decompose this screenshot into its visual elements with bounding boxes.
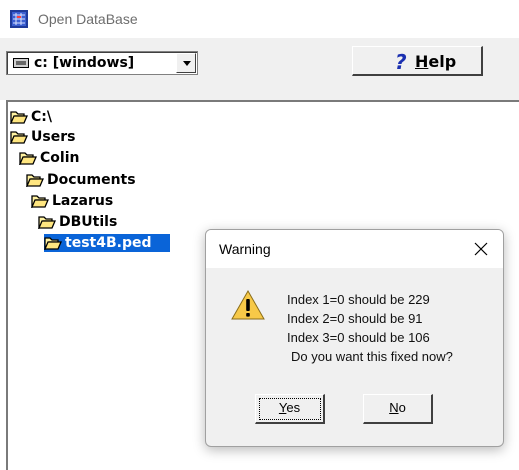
open-folder-icon [31, 195, 49, 208]
dialog-titlebar: Warning [206, 230, 503, 268]
tree-item-label: Colin [40, 150, 80, 166]
tree-item-label: C:\ [31, 109, 52, 125]
open-folder-icon [10, 131, 28, 144]
yes-label-rest: es [286, 400, 301, 415]
warning-message-question: Do you want this fixed now? [291, 349, 453, 364]
warning-icon [231, 289, 265, 320]
drive-select-dropdown-button[interactable] [176, 53, 196, 73]
dialog-title: Warning [219, 241, 271, 257]
open-folder-icon [38, 216, 56, 229]
drive-select-value: c: [windows] [34, 55, 135, 71]
tree-item-label: Users [31, 129, 76, 145]
warning-message-line: Index 1=0 should be 229 [287, 292, 430, 307]
close-icon[interactable] [474, 242, 488, 256]
tree-item-label: DBUtils [59, 214, 118, 230]
tree-item-test4b-ped[interactable]: test4B.ped [44, 234, 170, 252]
toolbar: c: [windows] ? Help [0, 38, 519, 100]
no-label-rest: o [398, 400, 406, 415]
no-mnemonic: N [389, 400, 399, 415]
open-folder-icon [19, 152, 37, 165]
help-button[interactable]: ? Help [352, 46, 483, 76]
window-titlebar: Open DataBase [0, 0, 519, 38]
window-title: Open DataBase [38, 11, 138, 27]
warning-message-line: Index 3=0 should be 106 [287, 330, 430, 345]
help-button-label: Help [415, 52, 456, 71]
yes-button[interactable]: Yes [255, 394, 325, 424]
drive-select[interactable]: c: [windows] [6, 51, 198, 75]
drive-icon [13, 58, 29, 68]
tree-item-label: test4B.ped [65, 235, 152, 251]
no-button[interactable]: No [363, 394, 433, 424]
tree-item-label: Documents [47, 172, 136, 188]
open-folder-icon [10, 111, 28, 124]
tree-item-label: Lazarus [52, 193, 114, 209]
chevron-down-icon [183, 61, 191, 66]
help-label-rest: elp [428, 52, 457, 71]
open-folder-icon [26, 174, 44, 187]
warning-dialog: Warning Index 1=0 should be 229 Index 2=… [205, 229, 504, 447]
open-folder-icon [44, 237, 62, 250]
database-app-icon [10, 10, 28, 28]
warning-message-line: Index 2=0 should be 91 [287, 311, 423, 326]
help-mnemonic: H [415, 52, 429, 71]
question-mark-icon: ? [395, 50, 407, 74]
